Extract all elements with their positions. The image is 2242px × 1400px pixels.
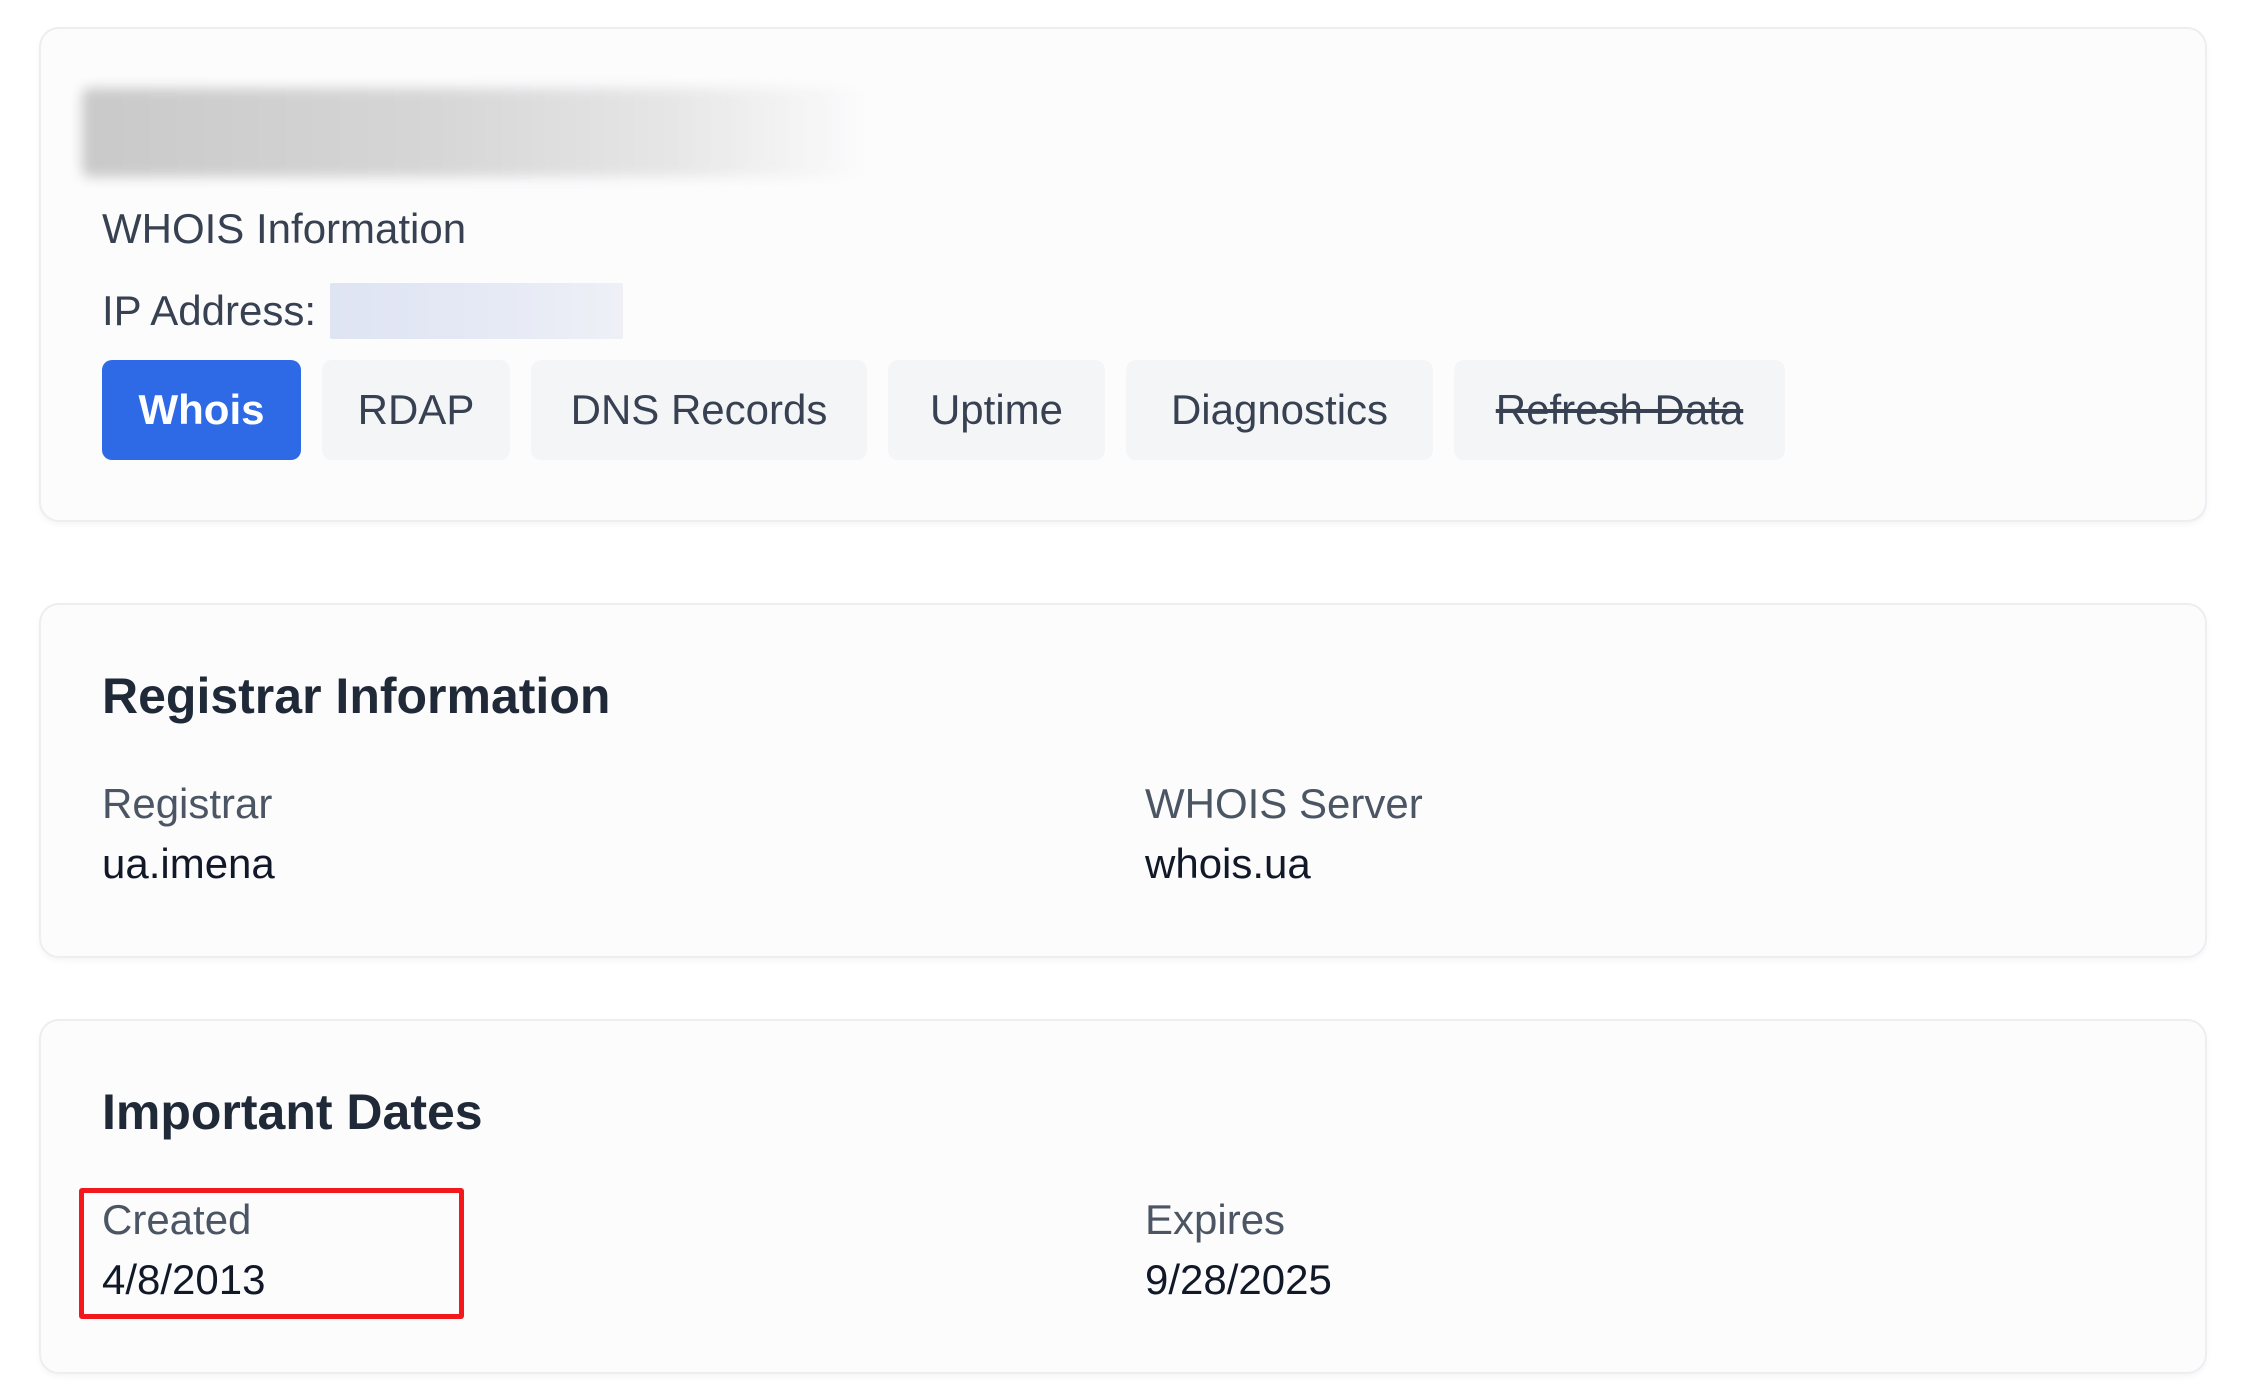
domain-header-card: WHOIS Information IP Address: Whois RDAP… (39, 27, 2207, 522)
tab-whois[interactable]: Whois (102, 360, 301, 460)
expires-label: Expires (1145, 1196, 1286, 1243)
created-highlight-box (79, 1188, 464, 1319)
tab-diagnostics[interactable]: Diagnostics (1126, 360, 1433, 460)
tab-dns-records-label: DNS Records (570, 386, 828, 433)
tab-whois-label: Whois (138, 386, 265, 433)
tab-dns-records[interactable]: DNS Records (531, 360, 867, 460)
tab-uptime-label: Uptime (929, 386, 1064, 433)
whois-information-subtitle: WHOIS Information (102, 205, 467, 252)
registrar-value: ua.imena (102, 840, 275, 887)
redacted-domain-title (82, 88, 867, 177)
redacted-ip-value (330, 283, 624, 339)
refresh-data-label: Refresh Data (1495, 386, 1744, 433)
ip-address-row: IP Address: (102, 283, 624, 339)
ip-address-label: IP Address: (102, 287, 317, 334)
registrar-information-card: Registrar Information Registrar ua.imena… (39, 603, 2207, 958)
registrar-label: Registrar (102, 780, 273, 827)
refresh-data-button[interactable]: Refresh Data (1454, 360, 1785, 460)
whois-page: WHOIS Information IP Address: Whois RDAP… (0, 0, 2242, 1400)
whois-server-value: whois.ua (1145, 840, 1311, 887)
tab-rdap-label: RDAP (357, 386, 475, 433)
expires-value: 9/28/2025 (1145, 1256, 1332, 1303)
tab-uptime[interactable]: Uptime (888, 360, 1105, 460)
tab-diagnostics-label: Diagnostics (1170, 386, 1389, 433)
tab-rdap[interactable]: RDAP (322, 360, 510, 460)
important-dates-title: Important Dates (102, 1084, 483, 1140)
whois-server-label: WHOIS Server (1145, 780, 1423, 827)
registrar-information-title: Registrar Information (102, 668, 611, 724)
